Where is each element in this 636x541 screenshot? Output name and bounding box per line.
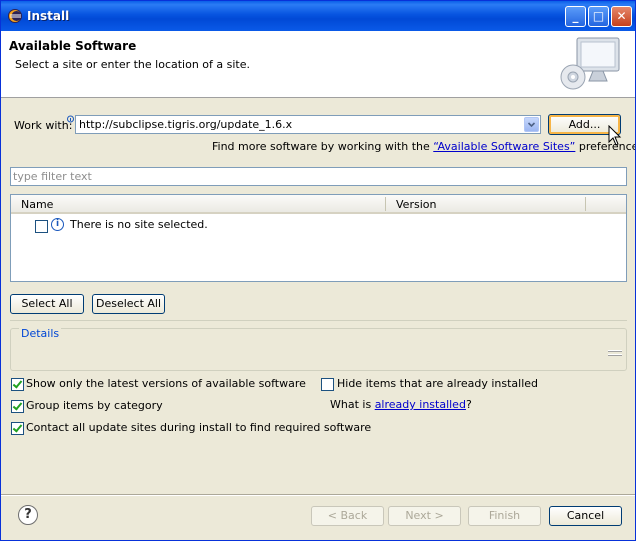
page-title: Available Software: [9, 39, 137, 53]
next-button[interactable]: Next >: [388, 506, 461, 526]
eclipse-icon: [8, 9, 22, 23]
footer-divider: [1, 494, 635, 496]
close-icon: ✕: [616, 9, 627, 23]
info-icon: i: [51, 218, 64, 231]
page-description: Select a site or enter the location of a…: [15, 58, 251, 71]
already-installed-hint: What is already installed?: [330, 398, 472, 411]
table-row[interactable]: i There is no site selected.: [11, 215, 626, 233]
finish-label: Finish: [488, 509, 521, 522]
maximize-icon: □: [592, 9, 605, 23]
deselect-all-button[interactable]: Deselect All: [92, 294, 165, 314]
work-with-label: Work with:: [14, 119, 73, 132]
minimize-icon: _: [572, 9, 579, 23]
details-label: Details: [19, 327, 62, 340]
already-installed-suffix: ?: [465, 398, 472, 411]
available-software-sites-link[interactable]: “Available Software Sites”: [433, 140, 575, 153]
group-by-category-label: Group items by category: [26, 399, 163, 412]
next-label: Next >: [405, 509, 444, 522]
close-button[interactable]: ✕: [611, 6, 632, 27]
row-name: There is no site selected.: [70, 218, 208, 231]
filter-input[interactable]: type filter text: [10, 167, 627, 186]
latest-versions-label: Show only the latest versions of availab…: [26, 377, 306, 390]
title-bar[interactable]: Install _ □ ✕: [1, 1, 635, 31]
column-header-name[interactable]: Name: [21, 198, 53, 211]
work-with-value: http://subclipse.tigris.org/update_1.6.x: [79, 118, 293, 131]
table-header: Name Version: [11, 195, 626, 214]
sites-hint-suffix: preferences.: [578, 140, 635, 153]
field-hint-icon: [67, 113, 74, 123]
wizard-header: Available Software Select a site or ente…: [1, 31, 635, 98]
contact-all-sites-label: Contact all update sites during install …: [26, 421, 372, 434]
maximize-button[interactable]: □: [588, 6, 609, 27]
window-title: Install: [27, 9, 70, 23]
row-checkbox[interactable]: [35, 220, 48, 233]
column-divider[interactable]: [585, 197, 586, 211]
back-button[interactable]: < Back: [311, 506, 384, 526]
work-with-combo[interactable]: http://subclipse.tigris.org/update_1.6.x: [75, 115, 541, 134]
help-button[interactable]: ?: [18, 505, 38, 525]
column-divider[interactable]: [385, 197, 386, 211]
divider: [10, 320, 627, 321]
group-by-category-checkbox[interactable]: [11, 400, 24, 413]
finish-button[interactable]: Finish: [468, 506, 541, 526]
filter-placeholder: type filter text: [13, 170, 92, 183]
cancel-button[interactable]: Cancel: [549, 506, 622, 526]
select-all-button[interactable]: Select All: [10, 294, 84, 314]
hide-installed-checkbox[interactable]: [321, 378, 334, 391]
software-table[interactable]: Name Version i There is no site selected…: [10, 194, 627, 282]
already-installed-link[interactable]: already installed: [375, 398, 466, 411]
sash-handle[interactable]: [608, 350, 622, 360]
sites-hint-prefix: Find more software by working with the: [212, 140, 430, 153]
minimize-button[interactable]: _: [565, 6, 586, 27]
add-site-label: Add...: [568, 118, 601, 131]
cancel-label: Cancel: [566, 509, 605, 522]
deselect-all-label: Deselect All: [95, 297, 162, 310]
help-icon: ?: [24, 507, 32, 522]
install-banner-icon: [560, 37, 620, 90]
back-label: < Back: [327, 509, 368, 522]
already-installed-prefix: What is: [330, 398, 372, 411]
contact-all-sites-checkbox[interactable]: [11, 422, 24, 435]
combo-dropdown-button[interactable]: [524, 117, 539, 132]
latest-versions-checkbox[interactable]: [11, 378, 24, 391]
sites-hint: Find more software by working with the “…: [212, 140, 635, 153]
install-dialog: Install _ □ ✕ Available Software Select …: [0, 0, 636, 541]
details-group: Details: [10, 327, 627, 371]
hide-installed-label: Hide items that are already installed: [337, 377, 539, 390]
select-all-label: Select All: [21, 297, 73, 310]
column-header-version[interactable]: Version: [396, 198, 436, 211]
chevron-down-icon: [527, 122, 536, 128]
